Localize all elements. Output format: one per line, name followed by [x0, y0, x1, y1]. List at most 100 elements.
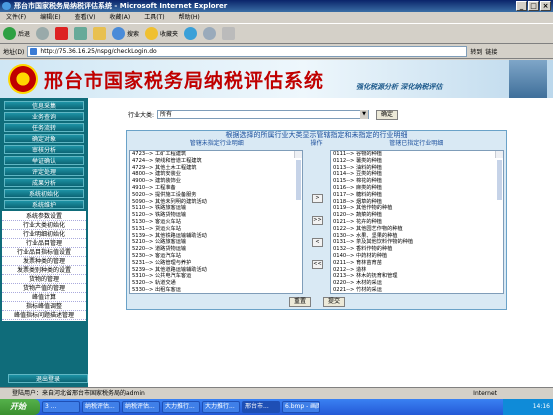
- sidebar-item-info-collect[interactable]: 信息采集: [4, 101, 84, 110]
- list-item[interactable]: 5320--> 轨道交通: [132, 280, 302, 287]
- list-item[interactable]: 0211--> 育林苗育苗: [333, 260, 503, 267]
- submenu-item[interactable]: 行业品目管理: [2, 239, 86, 248]
- list-item[interactable]: 0111--> 谷物的种植: [333, 151, 503, 158]
- list-item[interactable]: 0121--> 花卉的种植: [333, 219, 503, 226]
- submit-button[interactable]: 提交: [323, 297, 346, 307]
- submenu-item[interactable]: 行业品目指标值设置: [2, 248, 86, 257]
- menu-help[interactable]: 帮助(H): [179, 14, 200, 21]
- list-item[interactable]: 5220--> 道路货物运输: [132, 246, 302, 253]
- status-text: 登陆用户：来自河北省邢台市国家税务局的admin: [12, 390, 145, 397]
- taskbar-item[interactable]: 纳税评估...: [82, 401, 120, 413]
- submenu-item[interactable]: 发票种类的管理: [2, 257, 86, 266]
- industry-select[interactable]: 所有: [157, 110, 370, 119]
- taskbar-item-active[interactable]: 邢台市...: [242, 401, 280, 413]
- favorites-button[interactable]: 收藏夹: [145, 27, 178, 40]
- stop-icon[interactable]: [55, 27, 69, 40]
- tax-emblem-icon: [8, 64, 38, 94]
- forward-arrow-icon[interactable]: [36, 27, 50, 40]
- menu-file[interactable]: 文件(F): [6, 14, 26, 21]
- list-item[interactable]: 4910--> 工程准备: [132, 185, 302, 192]
- list-item[interactable]: 0221--> 竹材的采运: [333, 287, 503, 293]
- list-item[interactable]: 0220--> 木材的采运: [333, 280, 503, 287]
- zone-indicator: Internet: [473, 390, 497, 397]
- list-item[interactable]: 5330--> 出租车客运: [132, 287, 302, 293]
- logout-button[interactable]: 退出登录: [8, 374, 88, 383]
- list-item[interactable]: 4723--> 工矿工程建筑: [132, 151, 302, 158]
- maximize-button[interactable]: □: [528, 1, 539, 11]
- toolbar: 后退 搜索 收藏夹: [0, 24, 553, 44]
- list-item[interactable]: 0115--> 棉花的种植: [333, 178, 503, 185]
- submenu-item[interactable]: 系统参数设置: [2, 212, 86, 221]
- reset-button[interactable]: 重置: [289, 297, 312, 307]
- list-item[interactable]: 4724--> 架线和管道工程建筑: [132, 158, 302, 165]
- sidebar-item-evaluation[interactable]: 评定处理: [4, 167, 84, 176]
- submenu-item[interactable]: 货物的管理: [2, 275, 86, 284]
- sidebar-item-audit-analysis[interactable]: 审核分析: [4, 145, 84, 154]
- taskbar-item[interactable]: 大力推行...: [162, 401, 200, 413]
- sidebar-item-system-init[interactable]: 系统初始化: [4, 189, 84, 198]
- list-item[interactable]: 5130--> 客运火车站: [132, 219, 302, 226]
- list-item[interactable]: 0112--> 薯类的种植: [333, 158, 503, 165]
- list-item[interactable]: 0122--> 其他园艺作物的种植: [333, 226, 503, 233]
- history-icon[interactable]: [184, 27, 198, 40]
- minimize-button[interactable]: _: [516, 1, 527, 11]
- taskbar-item[interactable]: 3 ...: [42, 401, 80, 413]
- search-button[interactable]: 搜索: [112, 27, 139, 40]
- list-item[interactable]: 4900--> 建筑装饰业: [132, 178, 302, 185]
- mail-icon[interactable]: [203, 27, 217, 40]
- submenu-item[interactable]: 峰值计算: [2, 293, 86, 302]
- list-item[interactable]: 0132--> 香料作物的种植: [333, 246, 503, 253]
- list-item[interactable]: 5231--> 公路管理与养护: [132, 260, 302, 267]
- start-button[interactable]: 开始: [0, 399, 40, 415]
- menu-edit[interactable]: 编辑(E): [40, 14, 60, 21]
- industry-label: 行业大类:: [128, 112, 155, 119]
- move-all-right-button[interactable]: >>: [312, 216, 323, 225]
- window-title-bar: 邢台市国家税务局纳税评估系统 - Microsoft Internet Expl…: [0, 0, 553, 12]
- menu-tools[interactable]: 工具(T): [144, 14, 164, 21]
- submenu-item[interactable]: 货物产值的管理: [2, 284, 86, 293]
- submenu-item[interactable]: 行业大类初始化: [2, 221, 86, 230]
- move-left-button[interactable]: <: [312, 238, 323, 247]
- list-item[interactable]: 5120--> 铁路货物运输: [132, 212, 302, 219]
- home-icon[interactable]: [93, 27, 107, 40]
- list-item[interactable]: 0116--> 麻类的种植: [333, 185, 503, 192]
- close-button[interactable]: ×: [540, 1, 551, 11]
- print-icon[interactable]: [222, 27, 236, 40]
- menu-view[interactable]: 查看(V): [75, 14, 96, 21]
- menu-favorites[interactable]: 收藏(A): [109, 14, 130, 21]
- sidebar-item-query[interactable]: 业务查询: [4, 112, 84, 121]
- sidebar-item-task-flow[interactable]: 任务流转: [4, 123, 84, 132]
- move-all-left-button[interactable]: <<: [312, 260, 323, 269]
- list-item[interactable]: 5020--> 提供施工设备服务: [132, 192, 302, 199]
- submenu-item[interactable]: 峰值指标问题描述管理: [2, 311, 86, 320]
- taskbar-item[interactable]: 6.bmp - 画图: [282, 401, 320, 413]
- taskbar-item[interactable]: 纳税评估...: [122, 401, 160, 413]
- submenu-item[interactable]: 行业明细初始化: [2, 230, 86, 239]
- list-item[interactable]: 0140--> 中药材的种植: [333, 253, 503, 260]
- right-list-scrollbar[interactable]: [495, 151, 503, 199]
- move-right-button[interactable]: >: [312, 194, 323, 203]
- taskbar-item[interactable]: 大力推行...: [202, 401, 240, 413]
- list-item[interactable]: 5131--> 货运火车站: [132, 226, 302, 233]
- address-input[interactable]: http://75.36.16.25/nspg/checkLogin.do: [27, 46, 468, 57]
- refresh-icon[interactable]: [74, 27, 88, 40]
- back-button[interactable]: 后退: [3, 27, 30, 40]
- sidebar-item-evidence[interactable]: 举证确认: [4, 156, 84, 165]
- sidebar-item-system-maintenance[interactable]: 系统维护: [4, 200, 84, 209]
- list-item[interactable]: 0120--> 蔬菜的种植: [333, 212, 503, 219]
- building-image: [509, 60, 547, 98]
- confirm-button[interactable]: 确定: [376, 110, 399, 120]
- sidebar-item-result-analysis[interactable]: 成果分析: [4, 178, 84, 187]
- links-button[interactable]: 链接: [485, 47, 497, 56]
- sidebar-item-determine-object[interactable]: 确定对象: [4, 134, 84, 143]
- list-item[interactable]: 0117--> 糖料的种植: [333, 192, 503, 199]
- submenu-item[interactable]: 指标峰值调整: [2, 302, 86, 311]
- unassigned-industry-list[interactable]: 4723--> 工矿工程建筑 4724--> 架线和管道工程建筑 4729--> 其…: [129, 150, 303, 294]
- submenu-item[interactable]: 发票类别种类的设置: [2, 266, 86, 275]
- go-button[interactable]: 转到: [470, 47, 482, 56]
- assigned-industry-list[interactable]: 0111--> 谷物的种植 0112--> 薯类的种植 0113--> 油料的种植 0…: [330, 150, 504, 294]
- left-list-scrollbar[interactable]: [294, 151, 302, 199]
- site-slogan: 强化税源分析 深化纳税评估: [356, 83, 443, 91]
- list-item[interactable]: 5230--> 客运汽车站: [132, 253, 302, 260]
- main-content: 行业大类: 所有 确定 根据选择的所属行业大类显示管辖指定和未指定的行业明细 管…: [88, 98, 553, 387]
